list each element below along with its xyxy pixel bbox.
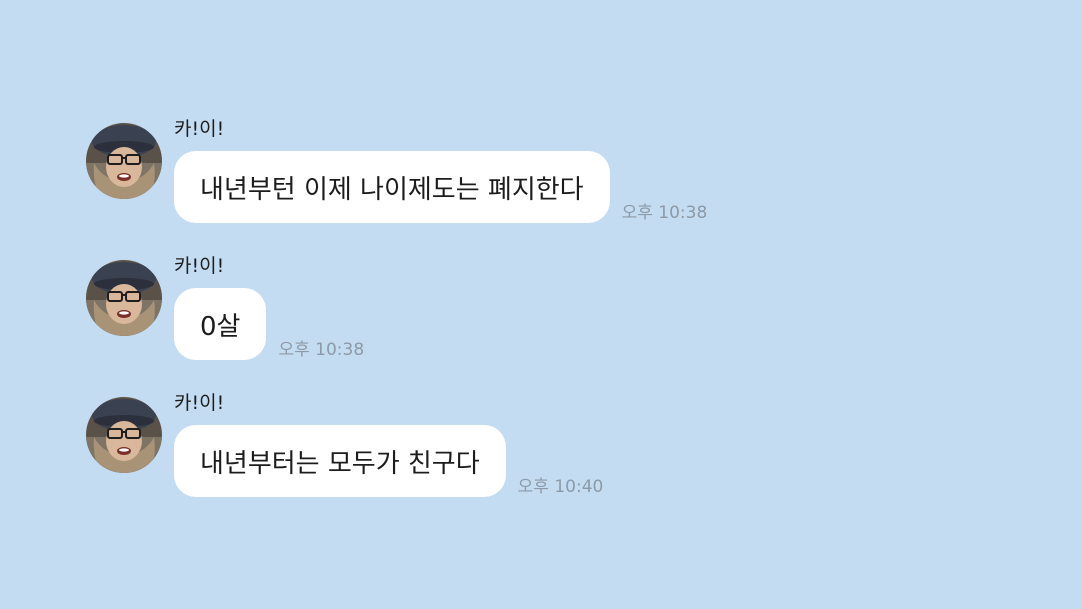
avatar-icon[interactable] — [86, 123, 162, 199]
message-row: 내년부턴 이제 나이제도는 폐지한다 오후 10:38 — [174, 151, 707, 223]
sender-name: 카!이! — [174, 392, 225, 414]
message-bubble[interactable]: 내년부턴 이제 나이제도는 폐지한다 — [174, 151, 610, 223]
chat-room: 카!이! 내년부턴 이제 나이제도는 폐지한다 오후 10:38 카!이! 0살… — [0, 0, 1082, 609]
avatar-icon[interactable] — [86, 260, 162, 336]
message-time: 오후 10:38 — [621, 203, 708, 223]
message-time: 오후 10:38 — [278, 340, 365, 360]
message-row: 0살 오후 10:38 — [174, 288, 364, 360]
message-time: 오후 10:40 — [517, 477, 604, 497]
message-bubble[interactable]: 내년부터는 모두가 친구다 — [174, 425, 506, 497]
sender-name: 카!이! — [174, 118, 225, 140]
message-bubble[interactable]: 0살 — [174, 288, 267, 360]
sender-name: 카!이! — [174, 255, 225, 277]
avatar-icon[interactable] — [86, 397, 162, 473]
message-row: 내년부터는 모두가 친구다 오후 10:40 — [174, 425, 603, 497]
